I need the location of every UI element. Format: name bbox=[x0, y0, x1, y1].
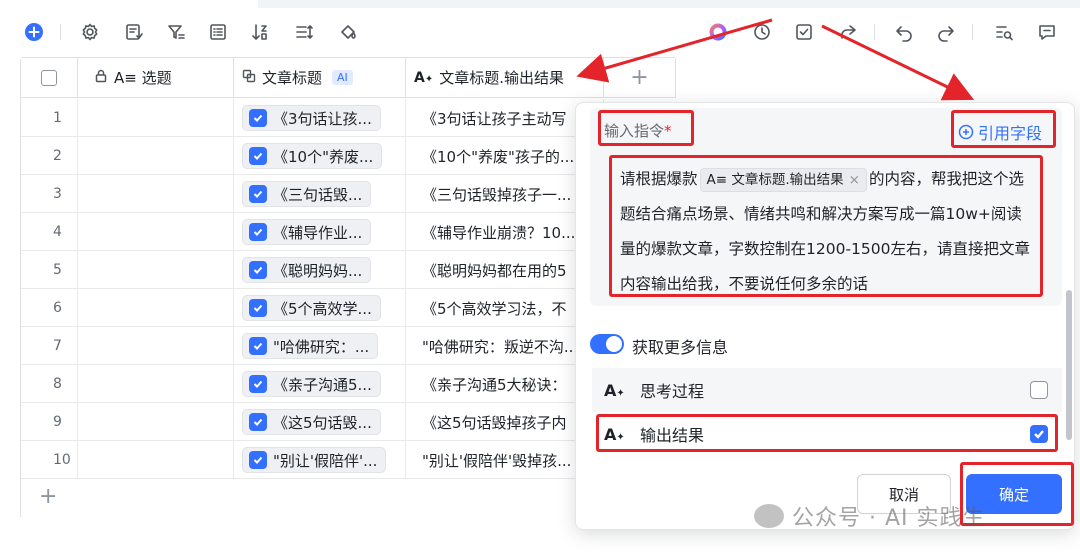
row-index: 2 bbox=[21, 137, 78, 175]
row-index: 4 bbox=[21, 213, 78, 251]
ai-badge: AI bbox=[332, 70, 353, 85]
row-index: 8 bbox=[21, 365, 78, 403]
topic-cell[interactable] bbox=[78, 327, 234, 365]
topic-cell[interactable] bbox=[78, 365, 234, 403]
ai-text-icon: A✦ bbox=[414, 69, 434, 86]
search-icon[interactable] bbox=[992, 20, 1016, 44]
linked-record-chip[interactable]: "别让'假陪伴'... bbox=[242, 447, 387, 473]
sort-icon[interactable] bbox=[248, 20, 272, 44]
linked-record-chip[interactable]: 《聪明妈妈... bbox=[242, 257, 372, 283]
option-thinking[interactable]: A✦ 思考过程 bbox=[592, 368, 1062, 412]
ai-text-icon: A✦ bbox=[604, 380, 625, 400]
title-cell[interactable]: "别让'假陪伴'... bbox=[234, 441, 406, 479]
annotation-box-ref-field bbox=[951, 110, 1056, 148]
linked-record-chip[interactable]: 《10个"养废... bbox=[242, 143, 383, 169]
topic-cell[interactable] bbox=[78, 403, 234, 441]
column-header-topic[interactable]: A≡ 选题 bbox=[78, 58, 234, 98]
record-icon bbox=[249, 413, 267, 431]
group-icon[interactable] bbox=[206, 20, 230, 44]
topic-cell[interactable] bbox=[78, 99, 234, 137]
linked-record-chip[interactable]: 《3句话让孩... bbox=[242, 105, 381, 131]
topic-cell[interactable] bbox=[78, 137, 234, 175]
wechat-logo-icon bbox=[754, 504, 784, 528]
topic-cell[interactable] bbox=[78, 175, 234, 213]
record-icon bbox=[249, 451, 267, 469]
field-manager-icon[interactable] bbox=[122, 20, 146, 44]
row-height-icon[interactable] bbox=[292, 20, 316, 44]
record-icon bbox=[249, 185, 267, 203]
toolbar bbox=[0, 14, 1080, 50]
row-index: 7 bbox=[21, 327, 78, 365]
row-index: 10 bbox=[21, 441, 78, 479]
linked-record-chip[interactable]: 《这5句话毁... bbox=[242, 409, 381, 435]
more-info-label: 获取更多信息 bbox=[632, 338, 729, 357]
filter-icon[interactable] bbox=[164, 20, 188, 44]
column-header-output[interactable]: A✦ 文章标题.输出结果 bbox=[406, 58, 604, 98]
record-icon bbox=[249, 223, 267, 241]
linked-record-chip[interactable]: 《亲子沟通5... bbox=[242, 371, 381, 397]
title-cell[interactable]: 《5个高效学... bbox=[234, 289, 406, 327]
linked-record-chip[interactable]: 《5个高效学... bbox=[242, 295, 381, 321]
add-row-button[interactable]: + bbox=[39, 484, 57, 509]
column-label-title: 文章标题 bbox=[262, 69, 323, 87]
annotation-box-prompt-label bbox=[598, 110, 694, 146]
title-cell[interactable]: 《三句话毁... bbox=[234, 175, 406, 213]
panel-scrollbar[interactable] bbox=[1066, 290, 1072, 440]
topic-cell[interactable] bbox=[78, 289, 234, 327]
share-icon[interactable] bbox=[836, 20, 860, 44]
row-index: 1 bbox=[21, 99, 78, 137]
linked-record-chip[interactable]: "哈佛研究：... bbox=[242, 333, 379, 359]
column-label-output: 文章标题.输出结果 bbox=[439, 69, 565, 87]
add-icon[interactable] bbox=[22, 20, 46, 44]
title-cell[interactable]: 《辅导作业... bbox=[234, 213, 406, 251]
title-cell[interactable]: 《10个"养废... bbox=[234, 137, 406, 175]
record-icon bbox=[249, 109, 267, 127]
fill-color-icon[interactable] bbox=[336, 20, 360, 44]
ai-assistant-icon[interactable] bbox=[706, 20, 730, 44]
title-cell[interactable]: 《聪明妈妈... bbox=[234, 251, 406, 289]
check-icon[interactable] bbox=[792, 20, 816, 44]
link-field-icon bbox=[242, 69, 256, 87]
more-info-toggle[interactable] bbox=[590, 334, 624, 354]
row-index: 3 bbox=[21, 175, 78, 213]
select-all-checkbox[interactable] bbox=[41, 69, 57, 86]
top-stripe bbox=[258, 0, 1080, 8]
history-icon[interactable] bbox=[750, 20, 774, 44]
title-cell[interactable]: 《3句话让孩... bbox=[234, 99, 406, 137]
column-label-topic: A≡ 选题 bbox=[114, 69, 172, 87]
linked-record-chip[interactable]: 《三句话毁... bbox=[242, 181, 372, 207]
record-icon bbox=[249, 261, 267, 279]
annotation-box-output-option bbox=[596, 414, 1058, 452]
row-index: 6 bbox=[21, 289, 78, 327]
row-index: 9 bbox=[21, 403, 78, 441]
title-cell[interactable]: 《这5句话毁... bbox=[234, 403, 406, 441]
settings-icon[interactable] bbox=[78, 20, 102, 44]
title-cell[interactable]: "哈佛研究：... bbox=[234, 327, 406, 365]
topic-cell[interactable] bbox=[78, 213, 234, 251]
undo-icon[interactable] bbox=[892, 20, 916, 44]
add-column-button[interactable]: + bbox=[604, 58, 676, 98]
row-index: 5 bbox=[21, 251, 78, 289]
annotation-box-prompt bbox=[609, 155, 1043, 297]
record-icon bbox=[249, 147, 267, 165]
redo-icon[interactable] bbox=[934, 20, 958, 44]
record-icon bbox=[249, 299, 267, 317]
comment-icon[interactable] bbox=[1035, 20, 1059, 44]
record-icon bbox=[249, 337, 267, 355]
title-cell[interactable]: 《亲子沟通5... bbox=[234, 365, 406, 403]
thinking-checkbox[interactable] bbox=[1030, 381, 1048, 399]
column-header-title[interactable]: 文章标题 AI bbox=[234, 58, 406, 98]
watermark: 公众号 · AI 实践生 bbox=[754, 500, 986, 532]
header-select-all[interactable] bbox=[21, 58, 78, 98]
record-icon bbox=[249, 375, 267, 393]
topic-cell[interactable] bbox=[78, 251, 234, 289]
lock-icon bbox=[94, 69, 108, 87]
linked-record-chip[interactable]: 《辅导作业... bbox=[242, 219, 372, 245]
topic-cell[interactable] bbox=[78, 441, 234, 479]
